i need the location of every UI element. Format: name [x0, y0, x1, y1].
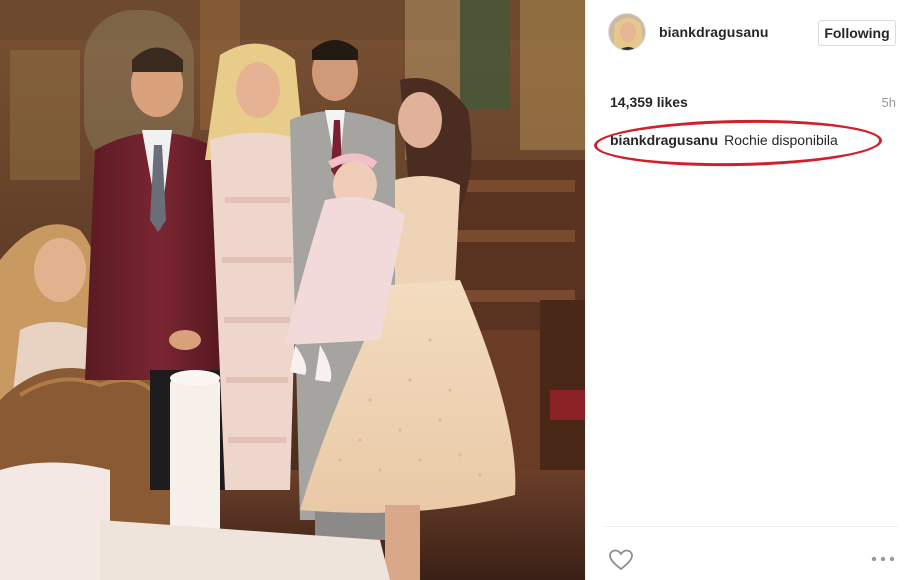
caption-text: Rochie disponibila [724, 132, 838, 148]
avatar[interactable] [608, 13, 646, 51]
following-button[interactable]: Following [818, 20, 896, 46]
post-details-panel: biankdragusanu Following 14,359 likes 5h… [585, 0, 912, 580]
post-header: biankdragusanu Following [586, 0, 912, 68]
heart-icon[interactable] [608, 548, 634, 572]
caption-username[interactable]: biankdragusanu [610, 132, 718, 148]
divider [604, 526, 898, 527]
author-username[interactable]: biankdragusanu [659, 24, 769, 40]
post-timestamp[interactable]: 5h [882, 95, 896, 110]
photo-illustration [0, 0, 585, 580]
avatar-image [609, 14, 645, 50]
post-caption: biankdragusanu Rochie disponibila [610, 132, 838, 148]
post-photo[interactable] [0, 0, 585, 580]
more-options-icon[interactable] [870, 552, 896, 566]
likes-count[interactable]: 14,359 likes [610, 94, 688, 110]
